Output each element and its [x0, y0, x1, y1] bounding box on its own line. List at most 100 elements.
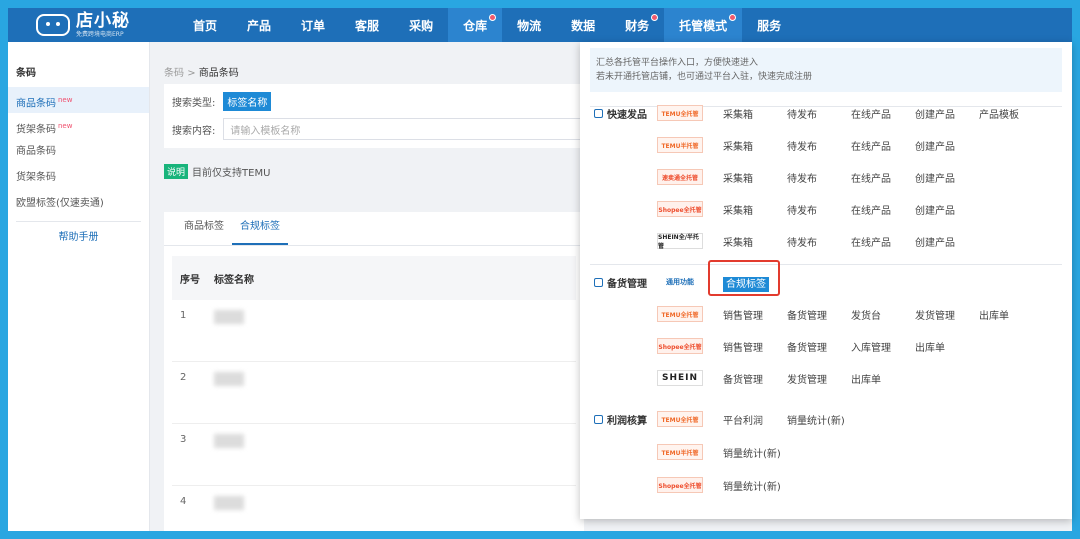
menu-link[interactable]: 采集箱 — [723, 138, 787, 153]
new-badge: new — [58, 96, 73, 104]
new-badge: new — [58, 122, 73, 130]
tab-compliance-label[interactable]: 合规标签 — [232, 212, 288, 245]
menu-link[interactable]: 销售管理 — [723, 307, 787, 322]
menu-link[interactable]: 发货管理 — [915, 307, 979, 322]
nav-item-7[interactable]: 数据 — [556, 8, 610, 42]
table-panel: 商品标签 合规标签 序号 标签名称 1 2 3 4 — [164, 212, 584, 531]
breadcrumb: 条码 > 商品条码 — [164, 64, 239, 79]
blurred-label-name — [214, 310, 244, 324]
main-nav: 首页 产品 订单 客服 采购 仓库 物流 数据 财务 托管模式 服务 — [178, 8, 796, 42]
menu-link[interactable]: 出库单 — [979, 307, 1043, 322]
platform-row: TEMU半托管 采集箱 待发布 在线产品 创建产品 — [657, 136, 979, 154]
platform-badge: SHEIN全/半托管 — [657, 233, 703, 250]
nav-item-9[interactable]: 托管模式 — [664, 8, 743, 42]
menu-link[interactable]: 创建产品 — [915, 106, 979, 121]
platform-badge: 速卖通全托管 — [657, 169, 703, 185]
platform-badge: TEMU全托管 — [657, 411, 703, 427]
platform-row: 速卖通全托管 采集箱 待发布 在线产品 创建产品 — [657, 168, 979, 186]
table-row: 3 — [172, 424, 576, 486]
sidebar-item[interactable]: 欧盟标签(仅速卖通) — [8, 191, 149, 217]
intro-line-1: 汇总各托管平台操作入口，方便快速进入 — [596, 58, 759, 68]
menu-link[interactable]: 发货管理 — [787, 371, 851, 386]
nav-item-10[interactable]: 服务 — [742, 8, 796, 42]
menu-link[interactable]: 备货管理 — [787, 307, 851, 322]
menu-link[interactable]: 创建产品 — [915, 138, 979, 153]
search-type-label: 搜索类型: — [172, 98, 216, 109]
nav-item-1[interactable]: 产品 — [232, 8, 286, 42]
robot-logo-icon — [36, 14, 70, 36]
menu-link[interactable]: 产品模板 — [979, 106, 1043, 121]
menu-link[interactable]: 待发布 — [787, 138, 851, 153]
nav-item-0[interactable]: 首页 — [178, 8, 232, 42]
platform-row: Shopee全托管 销量统计(新) — [657, 476, 787, 494]
menu-link[interactable]: 采集箱 — [723, 234, 787, 249]
menu-link[interactable]: 销量统计(新) — [723, 445, 787, 460]
menu-link[interactable]: 待发布 — [787, 202, 851, 217]
logo[interactable]: 店小秘 免费跨境电商ERP — [8, 12, 178, 38]
search-content-label: 搜索内容: — [172, 125, 216, 137]
sidebar-title: 条码 — [16, 68, 36, 79]
menu-link[interactable]: 平台利润 — [723, 412, 787, 427]
menu-link[interactable]: 备货管理 — [723, 371, 787, 386]
sidebar-item[interactable]: 商品条码 — [8, 139, 149, 165]
menu-link[interactable]: 发货台 — [851, 307, 915, 322]
nav-item-8[interactable]: 财务 — [610, 8, 664, 42]
menu-link[interactable]: 在线产品 — [851, 234, 915, 249]
sidebar-item[interactable]: 商品条码 new — [8, 87, 149, 113]
menu-link[interactable]: 入库管理 — [851, 339, 915, 354]
nav-item-5[interactable]: 仓库 — [448, 8, 503, 42]
nav-item-6[interactable]: 物流 — [502, 8, 556, 42]
menu-link[interactable]: 采集箱 — [723, 202, 787, 217]
menu-link[interactable]: 销售管理 — [723, 339, 787, 354]
menu-link[interactable]: 销量统计(新) — [723, 478, 787, 493]
platform-badge: SHEIN — [657, 370, 703, 386]
logo-subtitle: 免费跨境电商ERP — [76, 30, 124, 38]
sidebar-item[interactable]: 货架条码 new — [8, 113, 149, 139]
menu-link[interactable]: 创建产品 — [915, 170, 979, 185]
notification-dot — [489, 14, 497, 21]
menu-link[interactable]: 在线产品 — [851, 170, 915, 185]
header-label-name: 标签名称 — [214, 274, 254, 286]
platform-badge: Shopee全托管 — [657, 338, 703, 354]
tab-product-label[interactable]: 商品标签 — [176, 212, 232, 245]
menu-link[interactable]: 出库单 — [915, 339, 979, 354]
platform-badge: TEMU全托管 — [657, 105, 703, 121]
notification-dot — [651, 14, 659, 21]
help-manual-link[interactable]: 帮助手册 — [16, 221, 141, 243]
sidebar: 条码 商品条码 new 货架条码 new 商品条码货架条码欧盟标签(仅速卖通) 帮助手册 — [8, 42, 150, 531]
menu-link[interactable]: 待发布 — [787, 106, 851, 121]
nav-item-2[interactable]: 订单 — [286, 8, 340, 42]
platform-row: TEMU全托管 销售管理 备货管理 发货台 发货管理 出库单 — [657, 305, 1043, 323]
menu-link[interactable]: 备货管理 — [787, 339, 851, 354]
platform-row: Shopee全托管 采集箱 待发布 在线产品 创建产品 — [657, 200, 979, 218]
search-type-option[interactable]: 标签名称 — [223, 92, 272, 111]
table-row: 2 — [172, 362, 576, 424]
blurred-label-name — [214, 372, 244, 386]
sidebar-item[interactable]: 货架条码 — [8, 165, 149, 191]
platform-row: Shopee全托管 销售管理 备货管理 入库管理 出库单 — [657, 337, 979, 355]
sidebar-item-label: 欧盟标签(仅速卖通) — [16, 198, 104, 209]
sidebar-item-label: 货架条码 — [16, 172, 56, 183]
row-seq: 4 — [180, 496, 187, 507]
nav-item-3[interactable]: 客服 — [340, 8, 394, 42]
divider — [590, 264, 1062, 265]
menu-link[interactable]: 待发布 — [787, 234, 851, 249]
platform-badge: TEMU半托管 — [657, 137, 703, 153]
menu-link[interactable]: 创建产品 — [915, 202, 979, 217]
menu-link[interactable]: 采集箱 — [723, 106, 787, 121]
menu-link[interactable]: 销量统计(新) — [787, 412, 851, 427]
menu-link[interactable]: 待发布 — [787, 170, 851, 185]
menu-link[interactable]: 在线产品 — [851, 106, 915, 121]
search-panel: 搜索类型: 标签名称 搜索内容: 请输入模板名称 — [164, 84, 584, 148]
menu-link[interactable]: 采集箱 — [723, 170, 787, 185]
search-content-input[interactable]: 请输入模板名称 — [223, 118, 584, 140]
platform-row: SHEIN全/半托管 采集箱 待发布 在线产品 创建产品 — [657, 232, 979, 250]
menu-link[interactable]: 在线产品 — [851, 202, 915, 217]
breadcrumb-parent[interactable]: 条码 — [164, 68, 184, 79]
menu-link[interactable]: 出库单 — [851, 371, 915, 386]
menu-link[interactable]: 在线产品 — [851, 138, 915, 153]
table-row: 4 — [172, 486, 576, 539]
nav-item-4[interactable]: 采购 — [394, 8, 448, 42]
menu-link[interactable]: 创建产品 — [915, 234, 979, 249]
blurred-label-name — [214, 434, 244, 448]
